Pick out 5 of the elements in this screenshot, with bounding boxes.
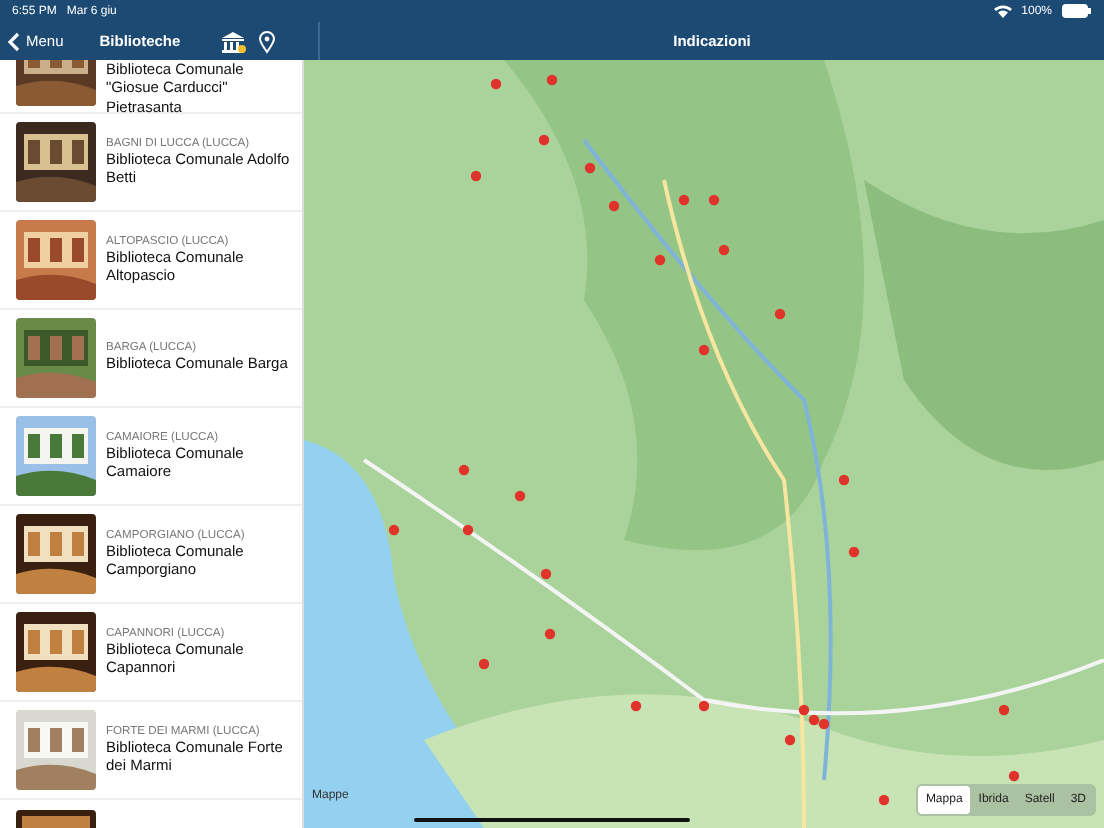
back-chevron-icon	[8, 31, 20, 51]
library-icon[interactable]	[220, 29, 247, 53]
battery-icon	[1062, 4, 1092, 18]
location-pin-icon[interactable]	[258, 29, 277, 53]
wifi-icon	[993, 4, 1012, 18]
